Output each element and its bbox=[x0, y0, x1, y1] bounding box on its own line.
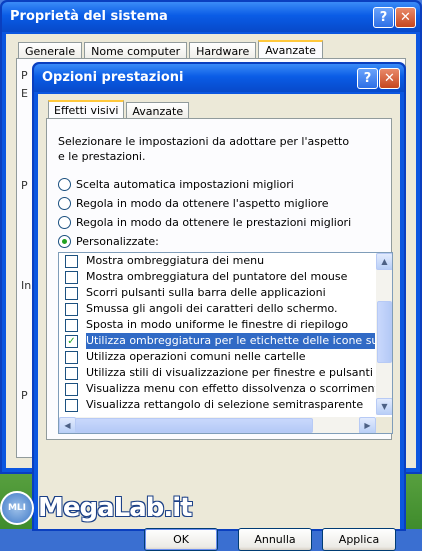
radio-best-performance[interactable]: Regola in modo da ottenere le prestazion… bbox=[58, 214, 351, 230]
radio-button[interactable] bbox=[58, 196, 71, 210]
hidden-label: E bbox=[21, 87, 28, 100]
close-button[interactable]: ✕ bbox=[379, 68, 400, 89]
chevron-right-icon: ▶ bbox=[364, 421, 371, 430]
performance-options-dialog: Opzioni prestazioni ? ✕ Effetti visivi A… bbox=[32, 62, 406, 551]
list-item[interactable]: Utilizza stili di visualizzazione per fi… bbox=[59, 365, 375, 381]
help-icon: ? bbox=[379, 10, 388, 25]
list-item[interactable]: Scorri pulsanti sulla barra delle applic… bbox=[59, 285, 375, 301]
effects-items: Mostra ombreggiatura dei menu Mostra omb… bbox=[59, 253, 375, 415]
description-text: Selezionare le impostazioni da adottare … bbox=[58, 135, 350, 163]
close-icon: ✕ bbox=[400, 10, 411, 25]
item-label: Visualizza menu con effetto dissolvenza … bbox=[86, 382, 375, 395]
list-item[interactable]: Visualizza menu con effetto dissolvenza … bbox=[59, 381, 375, 397]
list-item[interactable]: Visualizza rettangolo di selezione semit… bbox=[59, 397, 375, 413]
radio-label: Personalizzate: bbox=[76, 234, 159, 248]
close-button[interactable]: ✕ bbox=[395, 7, 416, 28]
chevron-up-icon: ▲ bbox=[381, 257, 388, 266]
checkbox[interactable] bbox=[65, 318, 78, 332]
scroll-right-button[interactable]: ▶ bbox=[359, 417, 376, 433]
vertical-scroll-thumb[interactable] bbox=[377, 301, 392, 363]
help-icon: ? bbox=[363, 71, 372, 86]
scrollbar-corner bbox=[376, 417, 392, 433]
item-label: Scorri pulsanti sulla barra delle applic… bbox=[86, 286, 326, 299]
horizontal-scrollbar[interactable]: ◀ ▶ bbox=[59, 417, 376, 433]
chevron-down-icon: ▼ bbox=[381, 402, 388, 411]
item-label: Sposta in modo uniforme le finestre di r… bbox=[86, 318, 349, 331]
help-button[interactable]: ? bbox=[357, 68, 378, 89]
radio-automatic[interactable]: Scelta automatica impostazioni migliori bbox=[58, 176, 294, 192]
hidden-label: P bbox=[21, 389, 28, 402]
performance-options-client: Effetti visivi Avanzate Selezionare le i… bbox=[38, 94, 400, 551]
close-icon: ✕ bbox=[384, 71, 395, 86]
list-item[interactable]: Mostra ombreggiatura del puntatore del m… bbox=[59, 269, 375, 285]
list-item[interactable]: Mostra ombreggiatura dei menu bbox=[59, 253, 375, 269]
checkbox[interactable] bbox=[65, 366, 78, 380]
hidden-label: P bbox=[21, 179, 28, 192]
list-item[interactable]: Utilizza operazioni comuni nelle cartell… bbox=[59, 349, 375, 365]
list-item[interactable]: Sposta in modo uniforme le finestre di r… bbox=[59, 317, 375, 333]
item-label: Visualizza rettangolo di selezione semit… bbox=[86, 398, 364, 411]
scroll-down-button[interactable]: ▼ bbox=[376, 398, 392, 415]
megalab-logo-icon: MLI bbox=[0, 491, 34, 525]
radio-label: Regola in modo da ottenere le prestazion… bbox=[76, 215, 352, 229]
checkbox[interactable] bbox=[65, 302, 78, 316]
performance-options-titlebar[interactable]: Opzioni prestazioni ? ✕ bbox=[34, 64, 404, 92]
item-label: Mostra ombreggiatura dei menu bbox=[86, 254, 265, 267]
cancel-button[interactable]: Annulla bbox=[238, 528, 312, 551]
list-item-selected[interactable]: ✓ Utilizza ombreggiatura per le etichette… bbox=[59, 333, 375, 349]
radio-button[interactable] bbox=[58, 177, 71, 191]
checkbox[interactable] bbox=[65, 286, 78, 300]
item-label: Mostra ombreggiatura del puntatore del m… bbox=[86, 270, 348, 283]
checkbox-checked[interactable]: ✓ bbox=[65, 334, 78, 348]
logo-text: MegaLab.it bbox=[38, 493, 193, 523]
vertical-scrollbar[interactable]: ▲ ▼ bbox=[376, 253, 392, 415]
checkbox[interactable] bbox=[65, 270, 78, 284]
help-button[interactable]: ? bbox=[373, 7, 394, 28]
radio-custom[interactable]: Personalizzate: bbox=[58, 233, 159, 249]
apply-button[interactable]: Applica bbox=[322, 528, 396, 551]
horizontal-scroll-thumb[interactable] bbox=[75, 418, 313, 433]
megalab-watermark: MLI MegaLab.it bbox=[0, 488, 193, 528]
item-label: Utilizza stili di visualizzazione per fi… bbox=[86, 366, 373, 379]
item-label: Smussa gli angoli dei caratteri dello sc… bbox=[86, 302, 338, 315]
chevron-left-icon: ◀ bbox=[64, 421, 71, 430]
scroll-left-button[interactable]: ◀ bbox=[59, 417, 76, 433]
radio-button[interactable] bbox=[58, 215, 71, 229]
radio-button-selected[interactable] bbox=[58, 234, 71, 248]
dialog-title: Opzioni prestazioni bbox=[42, 70, 184, 85]
list-item[interactable]: Smussa gli angoli dei caratteri dello sc… bbox=[59, 301, 375, 317]
checkbox[interactable] bbox=[65, 398, 78, 412]
scroll-up-button[interactable]: ▲ bbox=[376, 253, 392, 270]
checkbox[interactable] bbox=[65, 382, 78, 396]
item-label: Utilizza ombreggiatura per le etichette … bbox=[86, 333, 375, 349]
hidden-label: P bbox=[21, 69, 28, 82]
radio-label: Regola in modo da ottenere l'aspetto mig… bbox=[76, 196, 329, 210]
radio-best-appearance[interactable]: Regola in modo da ottenere l'aspetto mig… bbox=[58, 195, 329, 211]
visual-effects-list[interactable]: Mostra ombreggiatura dei menu Mostra omb… bbox=[58, 252, 393, 434]
window-title: Proprietà del sistema bbox=[10, 9, 168, 24]
hidden-label: In bbox=[21, 279, 32, 292]
logo-badge-text: MLI bbox=[7, 503, 27, 513]
ok-button[interactable]: OK bbox=[144, 528, 218, 551]
checkbox[interactable] bbox=[65, 254, 78, 268]
system-properties-titlebar[interactable]: Proprietà del sistema ? ✕ bbox=[2, 2, 420, 32]
radio-label: Scelta automatica impostazioni migliori bbox=[76, 177, 294, 191]
item-label: Utilizza operazioni comuni nelle cartell… bbox=[86, 350, 306, 363]
checkbox[interactable] bbox=[65, 350, 78, 364]
